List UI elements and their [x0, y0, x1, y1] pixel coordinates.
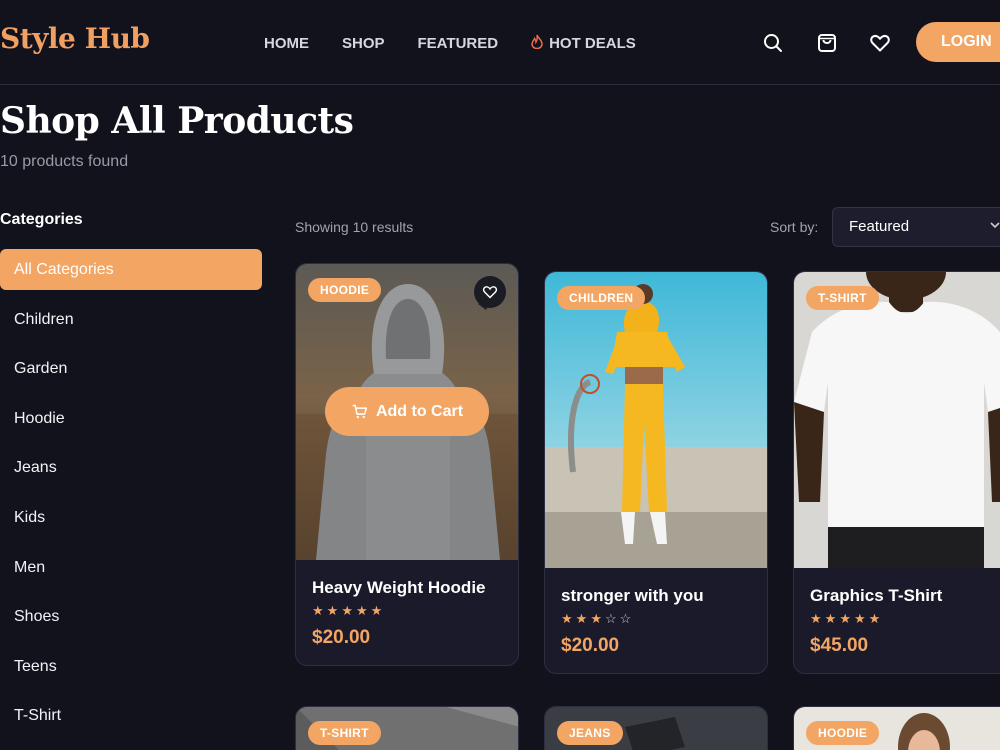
nav-hot-deals[interactable]: HOT DEALS — [531, 34, 636, 53]
search-icon[interactable] — [762, 32, 784, 54]
star-filled-icon: ★ — [326, 603, 342, 618]
site-header: Style Hub HOME SHOP FEATURED HOT DEALS L… — [0, 0, 1000, 85]
rating-stars: ★★★☆☆ — [561, 611, 751, 627]
category-badge: T-SHIRT — [308, 721, 381, 745]
star-filled-icon: ★ — [810, 611, 825, 626]
product-name[interactable]: Graphics T-Shirt — [810, 586, 984, 606]
category-badge: JEANS — [557, 721, 623, 745]
nav-featured[interactable]: FEATURED — [418, 34, 499, 53]
star-filled-icon: ★ — [370, 603, 386, 618]
star-filled-icon: ★ — [355, 603, 371, 618]
category-item-hoodie[interactable]: Hoodie — [0, 398, 262, 439]
product-image[interactable]: JEANS — [545, 707, 767, 750]
product-card[interactable]: CHILDREN stronger with you ★★★☆☆ $20.00 — [544, 271, 768, 674]
star-empty-icon: ☆ — [604, 611, 620, 626]
cart-icon — [352, 404, 368, 419]
logo[interactable]: Style Hub — [0, 22, 150, 55]
product-price: $45.00 — [810, 635, 869, 656]
product-image[interactable]: CHILDREN — [545, 272, 767, 568]
product-info: Heavy Weight Hoodie ★★★★★ $20.00 — [296, 560, 518, 665]
category-item-teens[interactable]: Teens — [0, 646, 262, 687]
login-button[interactable]: LOGIN — [916, 22, 1000, 62]
category-badge: HOODIE — [806, 721, 880, 745]
categories-heading: Categories — [0, 211, 83, 228]
rating-stars: ★★★★★ — [810, 611, 984, 627]
category-item-men[interactable]: Men — [0, 547, 262, 588]
category-item-all[interactable]: All Categories — [0, 249, 262, 290]
category-item-children[interactable]: Children — [0, 299, 262, 340]
product-info: Graphics T-Shirt ★★★★★ $45.00 — [794, 568, 1000, 673]
sort-select[interactable]: Featured — [832, 207, 1000, 247]
star-filled-icon: ★ — [824, 611, 840, 626]
heart-icon[interactable] — [869, 32, 891, 54]
product-image[interactable]: T-SHIRT — [794, 272, 1000, 568]
category-item-shoes[interactable]: Shoes — [0, 596, 262, 637]
add-to-cart-button[interactable]: Add to Cart — [325, 387, 489, 436]
product-card[interactable]: HOODIE — [793, 706, 1000, 750]
product-card[interactable]: T-SHIRT Graphics T-Shirt ★★★★★ $45.00 — [793, 271, 1000, 674]
shopping-bag-icon[interactable] — [816, 32, 838, 54]
category-badge: HOODIE — [308, 278, 382, 302]
sort-select-value: Featured — [849, 218, 910, 235]
star-filled-icon: ★ — [341, 603, 356, 618]
add-to-cart-label: Add to Cart — [375, 402, 464, 420]
product-name[interactable]: Heavy Weight Hoodie — [312, 578, 502, 598]
star-filled-icon: ★ — [575, 611, 591, 626]
nav-shop[interactable]: SHOP — [342, 34, 385, 53]
product-image[interactable]: T-SHIRT — [296, 707, 518, 750]
product-image[interactable]: HOODIE — [794, 707, 1000, 750]
star-filled-icon: ★ — [839, 611, 854, 626]
main-nav: HOME SHOP FEATURED HOT DEALS — [264, 34, 669, 53]
product-card[interactable]: JEANS — [544, 706, 768, 750]
star-filled-icon: ★ — [312, 603, 327, 618]
star-filled-icon: ★ — [853, 611, 869, 626]
category-item-kids[interactable]: Kids — [0, 497, 262, 538]
product-card[interactable]: HOODIE Add to Cart Heavy Weight Hoodie ★… — [295, 263, 519, 666]
heart-icon — [482, 286, 498, 299]
product-price: $20.00 — [561, 635, 620, 656]
flame-icon — [531, 34, 543, 53]
product-image[interactable]: HOODIE Add to Cart — [296, 264, 518, 560]
category-list: All Categories Children Garden Hoodie Je… — [0, 249, 262, 745]
results-count: Showing 10 results — [295, 219, 414, 235]
category-item-garden[interactable]: Garden — [0, 348, 262, 389]
star-filled-icon: ★ — [590, 611, 605, 626]
product-name[interactable]: stronger with you — [561, 586, 751, 606]
category-badge: T-SHIRT — [806, 286, 879, 310]
product-count: 10 products found — [0, 153, 129, 170]
sort-label: Sort by: — [770, 219, 819, 235]
product-info: stronger with you ★★★☆☆ $20.00 — [545, 568, 767, 673]
star-filled-icon: ★ — [868, 611, 884, 626]
chevron-down-icon — [989, 208, 1000, 246]
rating-stars: ★★★★★ — [312, 603, 502, 619]
product-price: $20.00 — [312, 627, 371, 648]
wishlist-button[interactable] — [474, 276, 506, 308]
nav-home[interactable]: HOME — [264, 34, 309, 53]
nav-hot-deals-label: HOT DEALS — [549, 35, 636, 52]
star-empty-icon: ☆ — [619, 611, 635, 626]
category-badge: CHILDREN — [557, 286, 646, 310]
page-title: Shop All Products — [0, 100, 354, 142]
star-filled-icon: ★ — [561, 611, 576, 626]
product-card[interactable]: T-SHIRT — [295, 706, 519, 750]
category-item-jeans[interactable]: Jeans — [0, 447, 262, 488]
category-item-tshirt[interactable]: T-Shirt — [0, 695, 262, 736]
